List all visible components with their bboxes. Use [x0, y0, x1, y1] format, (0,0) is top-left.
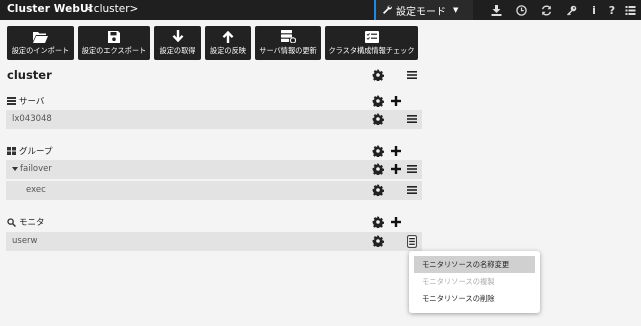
menu-list-icon[interactable] [623, 3, 637, 17]
context-menu-delete-monitor[interactable]: モニタリソースの削除 [414, 290, 535, 307]
resource-settings-gear-icon[interactable] [372, 184, 384, 196]
monitor-settings-gear-icon[interactable] [372, 235, 384, 247]
groups-settings-gear-icon[interactable] [372, 145, 384, 157]
monitor-name: userw [12, 236, 38, 246]
fetch-config-button[interactable]: 設定の取得 [154, 26, 201, 60]
add-resource-plus-icon[interactable] [390, 163, 402, 175]
cluster-menu-icon[interactable] [406, 69, 418, 81]
monitor-row[interactable]: userw [6, 232, 422, 251]
cluster-settings-gear-icon[interactable] [372, 69, 384, 81]
monitors-title-label: モニタ [19, 218, 45, 228]
apply-config-label: 設定の反映 [210, 46, 246, 55]
arrow-down-icon [172, 30, 183, 43]
resource-menu-icon[interactable] [406, 184, 418, 196]
update-server-info-label: サーバ情報の更新 [259, 46, 317, 55]
save-icon [108, 30, 120, 43]
server-row[interactable]: lx043048 [6, 110, 422, 129]
monitors-section-title: モニタ [7, 216, 45, 228]
cluster-name-tag: <cluster> [85, 3, 139, 15]
download-icon[interactable] [489, 3, 503, 17]
update-server-info-button[interactable]: サーバ情報の更新 [255, 26, 321, 60]
groups-title-label: グループ [19, 147, 53, 157]
monitor-menu-icon[interactable] [406, 234, 418, 248]
mode-label: 設定モード [396, 6, 446, 18]
apply-config-button[interactable]: 設定の反映 [205, 26, 251, 60]
arrow-up-icon [222, 30, 234, 43]
fetch-config-label: 設定の取得 [159, 46, 196, 55]
cluster-title: cluster [7, 68, 52, 82]
server-list-icon [7, 97, 16, 105]
clock-icon[interactable] [514, 3, 528, 17]
server-name: lx043048 [12, 114, 52, 124]
info-icon[interactable]: i [587, 3, 601, 17]
group-settings-gear-icon[interactable] [372, 163, 384, 175]
check-cluster-config-label: クラスタ構成情報チェック [328, 45, 415, 55]
wrench-icon [382, 4, 392, 17]
export-config-label: 設定のエクスポート [81, 45, 147, 55]
server-menu-icon[interactable] [406, 113, 418, 125]
mode-selector[interactable]: 設定モード ▼ [374, 0, 473, 20]
server-refresh-icon [280, 30, 296, 43]
folder-open-icon [33, 31, 48, 43]
monitors-settings-gear-icon[interactable] [372, 216, 384, 228]
import-config-label: 設定のインポート [11, 45, 70, 55]
resource-row[interactable]: exec [6, 181, 422, 200]
add-group-plus-icon[interactable] [390, 145, 402, 157]
app-title: Cluster WebUI [7, 3, 93, 15]
servers-section-title: サーバ [7, 95, 44, 107]
groups-section-title: グループ [7, 145, 53, 157]
export-config-button[interactable]: 設定のエクスポート [78, 26, 150, 60]
context-menu-duplicate-monitor: モニタリソースの複製 [422, 276, 495, 286]
top-bar: Cluster WebUI <cluster> 設定モード ▼ i ? [0, 0, 641, 20]
key-icon[interactable] [564, 3, 578, 17]
resource-name: exec [26, 185, 46, 195]
group-menu-icon[interactable] [406, 163, 418, 175]
checklist-icon [364, 30, 379, 43]
servers-title-label: サーバ [19, 97, 45, 107]
search-icon [7, 217, 16, 227]
add-monitor-plus-icon[interactable] [390, 216, 402, 228]
servers-settings-gear-icon[interactable] [372, 95, 384, 107]
context-menu-rename-monitor[interactable]: モニタリソースの名称変更 [414, 256, 535, 273]
refresh-icon[interactable] [539, 3, 553, 17]
server-settings-gear-icon[interactable] [372, 113, 384, 125]
group-row[interactable]: failover [6, 160, 422, 179]
chevron-down-icon: ▼ [453, 6, 459, 14]
caret-down-icon[interactable] [12, 164, 18, 175]
monitor-context-menu: モニタリソースの名称変更 モニタリソースの複製 モニタリソースの削除 [409, 251, 540, 313]
add-server-plus-icon[interactable] [390, 95, 402, 107]
help-icon[interactable]: ? [605, 3, 619, 17]
group-name: failover [20, 164, 52, 174]
import-config-button[interactable]: 設定のインポート [7, 26, 74, 60]
check-cluster-config-button[interactable]: クラスタ構成情報チェック [325, 26, 418, 60]
group-grid-icon [7, 147, 16, 155]
